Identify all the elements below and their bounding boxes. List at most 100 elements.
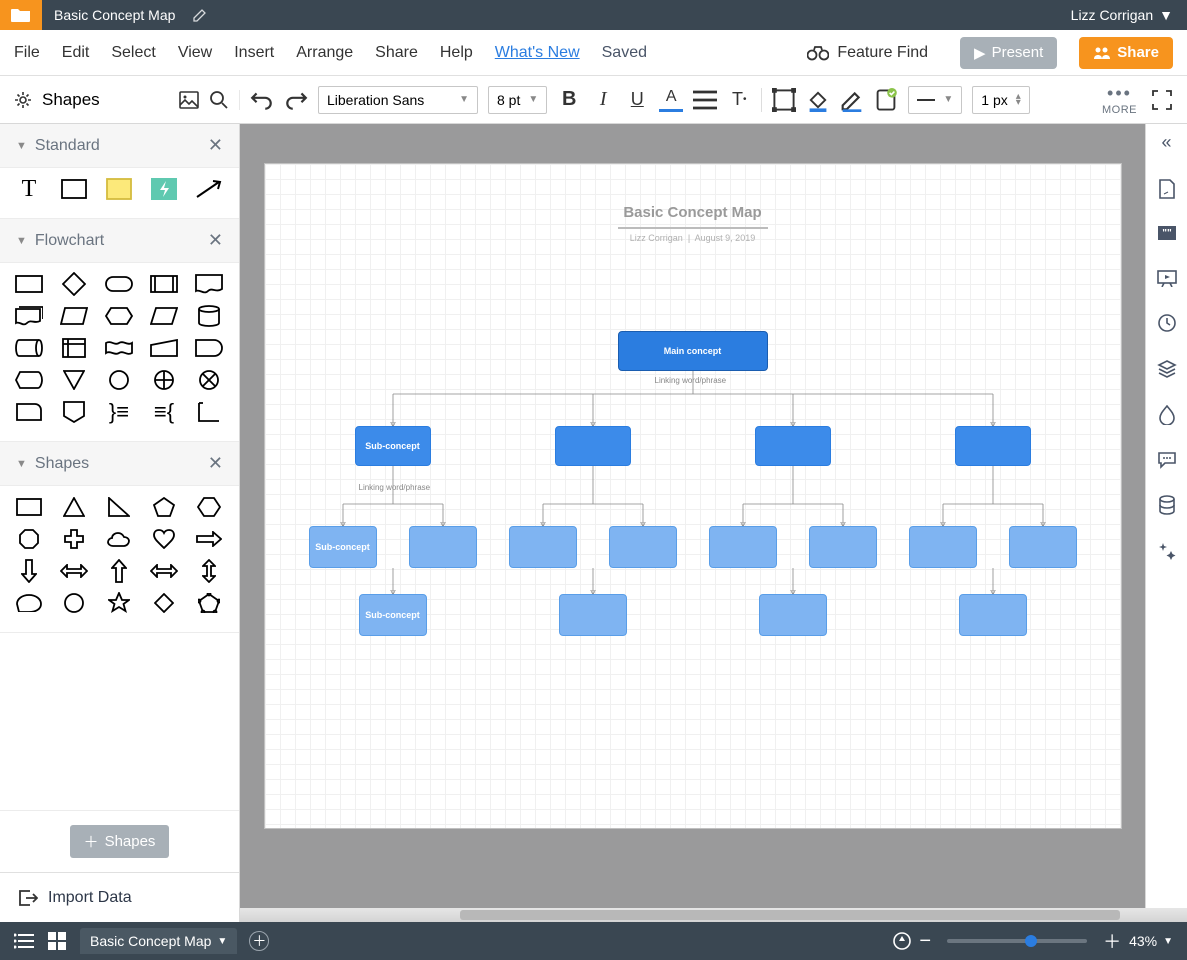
present-button[interactable]: ▶ Present [960,37,1057,69]
section-standard[interactable]: ▼ Standard ✕ [0,124,239,168]
comment-icon[interactable] [1157,451,1177,469]
menu-help[interactable]: Help [440,44,473,62]
summing-shape[interactable] [194,369,224,391]
menu-insert[interactable]: Insert [234,44,274,62]
polygon-shape[interactable] [194,592,224,614]
horizontal-scrollbar[interactable] [240,908,1187,922]
rect-shape[interactable] [59,178,89,200]
sub-concept-node[interactable] [555,426,631,466]
brace-right-shape[interactable]: }≡ [104,401,134,423]
collapse-icon[interactable]: « [1161,132,1171,153]
merge-shape[interactable] [59,369,89,391]
internal-storage-shape[interactable] [59,337,89,359]
user-menu[interactable]: Lizz Corrigan ▼ [1057,7,1187,23]
manual-input-shape[interactable] [149,337,179,359]
predefined-shape[interactable] [149,273,179,295]
menu-arrange[interactable]: Arrange [296,44,353,62]
drop-icon[interactable] [1158,405,1176,425]
page-tab[interactable]: Basic Concept Map ▼ [80,928,237,954]
import-data-button[interactable]: Import Data [0,872,239,922]
cloud-shape[interactable] [104,528,134,550]
font-size-selector[interactable]: 8 pt ▼ [488,86,547,114]
terminator-shape[interactable] [104,273,134,295]
document-title[interactable]: Basic Concept Map [42,7,187,23]
bold-icon[interactable]: B [557,88,581,112]
canvas-scroll[interactable]: Basic Concept Map Lizz Corrigan | August… [240,124,1145,922]
arrow-shape[interactable] [194,178,224,200]
sub-concept-leaf[interactable] [1009,526,1077,568]
redo-icon[interactable] [284,88,308,112]
zoom-slider[interactable] [947,939,1087,943]
right-triangle-shape[interactable] [104,496,134,518]
note-shape2[interactable] [194,401,224,423]
presentation-icon[interactable] [1157,269,1177,287]
star-shape[interactable] [104,592,134,614]
sub-concept-node[interactable] [755,426,831,466]
add-tab-button[interactable]: ＋ [249,931,269,951]
menu-edit[interactable]: Edit [62,44,90,62]
pentagon-shape[interactable] [149,496,179,518]
heart-shape[interactable] [149,528,179,550]
document-shape[interactable] [194,273,224,295]
arrow-leftright-shape[interactable] [59,560,89,582]
sub-concept-node[interactable] [955,426,1031,466]
data-shape[interactable] [59,305,89,327]
line-width-selector[interactable]: 1 px ▴▾ [972,86,1030,114]
double-arrow-h-shape[interactable] [149,560,179,582]
paper-tape-shape[interactable] [104,337,134,359]
close-icon[interactable]: ✕ [208,135,223,156]
gear-icon[interactable] [14,91,32,109]
connector-shape[interactable] [104,369,134,391]
sub-concept-leaf[interactable] [959,594,1027,636]
text-shape[interactable]: T [14,178,44,200]
search-icon[interactable] [209,90,229,110]
layers-icon[interactable] [1157,359,1177,379]
section-shapes[interactable]: ▼ Shapes ✕ [0,442,239,486]
sub-concept-leaf[interactable] [409,526,477,568]
menu-select[interactable]: Select [111,44,155,62]
menu-share[interactable]: Share [375,44,418,62]
canvas-paper[interactable]: Basic Concept Map Lizz Corrigan | August… [265,164,1121,828]
sub-concept-leaf[interactable] [509,526,577,568]
right-arrow-shape[interactable] [194,528,224,550]
zoom-value[interactable]: 43% [1129,933,1157,949]
pencil-icon[interactable] [193,8,207,22]
lightning-shape[interactable] [149,178,179,200]
cross-shape[interactable] [59,528,89,550]
image-icon[interactable] [179,91,199,109]
sparkle-icon[interactable] [1157,541,1177,561]
sub-concept-leaf[interactable] [709,526,777,568]
grid-view-icon[interactable] [48,932,66,950]
undo-icon[interactable] [250,88,274,112]
folder-icon[interactable] [0,0,42,30]
text-color-icon[interactable]: A [659,88,683,112]
brace-left-shape[interactable]: ≡{ [149,401,179,423]
page-icon[interactable] [1158,179,1176,199]
direct-data-shape[interactable] [14,337,44,359]
sub-concept-leaf[interactable] [559,594,627,636]
shape-box-icon[interactable] [772,88,796,112]
rectangle-shape[interactable] [14,496,44,518]
display-shape[interactable] [14,369,44,391]
database-icon[interactable] [1158,495,1176,515]
multidoc-shape[interactable] [14,305,44,327]
callout-shape[interactable] [14,592,44,614]
line-style-selector[interactable]: ▼ [908,86,962,114]
italic-icon[interactable]: I [591,88,615,112]
hexagon2-shape[interactable] [194,496,224,518]
section-flowchart[interactable]: ▼ Flowchart ✕ [0,219,239,263]
delay-shape[interactable] [194,337,224,359]
triangle-shape[interactable] [59,496,89,518]
offpage-shape[interactable] [59,401,89,423]
underline-icon[interactable]: U [625,88,649,112]
menu-view[interactable]: View [178,44,212,62]
sub-concept-leaf[interactable]: Sub-concept [309,526,377,568]
close-icon[interactable]: ✕ [208,230,223,251]
pencil-icon[interactable] [840,88,864,112]
close-icon[interactable]: ✕ [208,453,223,474]
clipboard-check-icon[interactable] [874,88,898,112]
zoom-in-button[interactable]: ＋ [1103,928,1121,954]
parallelogram-shape[interactable] [149,305,179,327]
arrow-down-shape[interactable] [14,560,44,582]
add-shapes-button[interactable]: ＋ Shapes [70,825,170,858]
